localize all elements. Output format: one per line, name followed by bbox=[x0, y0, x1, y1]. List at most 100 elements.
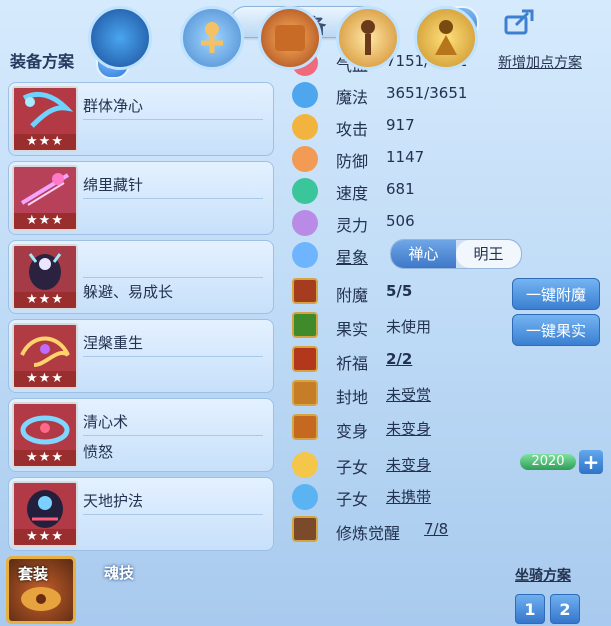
stat-value: 3651/3651 bbox=[386, 84, 468, 102]
monk-icon bbox=[201, 22, 223, 53]
shield-icon bbox=[292, 146, 318, 172]
stat-mp: 魔法 3651/3651 bbox=[290, 80, 608, 108]
skill-icon: ★★★ bbox=[12, 481, 78, 547]
skill-card[interactable]: ★★★ 群体净心 bbox=[8, 82, 274, 156]
row-label: 附魔 bbox=[336, 286, 369, 305]
one-click-enchant-button[interactable]: 一键附魔 bbox=[512, 278, 600, 310]
skill-card[interactable]: ★★★ 涅槃重生 bbox=[8, 319, 274, 393]
blessing-icon bbox=[292, 346, 318, 372]
child-level-badge: 2020 bbox=[520, 454, 576, 470]
needle-art-icon bbox=[20, 173, 70, 206]
add-child-button[interactable]: + bbox=[579, 450, 603, 474]
divider bbox=[83, 356, 263, 357]
share-icon bbox=[504, 9, 534, 35]
mount-plan-title[interactable]: 坐骑方案 bbox=[515, 565, 571, 585]
skill-card[interactable]: ★★★ 清心术 愤怒 bbox=[8, 398, 274, 472]
astro-option-chanxin[interactable]: 禅心 bbox=[391, 240, 456, 268]
child-sun-icon bbox=[292, 452, 318, 478]
skill-slot-1[interactable] bbox=[180, 6, 244, 70]
scroll-icon bbox=[275, 25, 305, 51]
one-click-fruit-button[interactable]: 一键果实 bbox=[512, 314, 600, 346]
skill-card[interactable]: ★★★ 天地护法 bbox=[8, 477, 274, 551]
sword-icon bbox=[292, 114, 318, 140]
skill-name: 天地护法 bbox=[83, 492, 144, 510]
stat-value: 917 bbox=[386, 116, 415, 134]
share-button[interactable] bbox=[502, 6, 538, 36]
skill-subtitle: 躲避、易成长 bbox=[83, 283, 174, 301]
soul-skill-button[interactable] bbox=[88, 6, 152, 70]
stat-attack: 攻击 917 bbox=[290, 112, 608, 140]
skill-icon: ★★★ bbox=[12, 244, 78, 310]
row-value[interactable]: 未受赏 bbox=[386, 384, 431, 405]
star-rating: ★★★ bbox=[14, 134, 76, 150]
transform-icon bbox=[292, 414, 318, 440]
row-label: 修炼觉醒 bbox=[336, 524, 401, 543]
skill-icon: ★★★ bbox=[12, 86, 78, 152]
dark-armor-art-icon bbox=[28, 253, 62, 290]
plus-icon: + bbox=[582, 450, 600, 474]
divider bbox=[83, 277, 263, 278]
row-value[interactable]: 未携带 bbox=[386, 486, 431, 507]
skill-icon: ★★★ bbox=[12, 323, 78, 389]
row-transform: 变身 未变身 bbox=[290, 414, 608, 442]
fruit-icon bbox=[292, 312, 318, 338]
equip-plan-header: 装备方案 bbox=[10, 52, 75, 71]
skill-name: 绵里藏针 bbox=[83, 176, 144, 194]
row-value[interactable]: 7/8 bbox=[424, 520, 448, 538]
paw-icon bbox=[292, 484, 318, 510]
star-rating: ★★★ bbox=[14, 213, 76, 229]
fief-icon bbox=[292, 380, 318, 406]
astro-toggle[interactable]: 禅心 明王 bbox=[390, 239, 522, 269]
skill-slot-3[interactable] bbox=[336, 6, 400, 70]
skill-icon: ★★★ bbox=[12, 165, 78, 231]
mount-plan-1-button[interactable]: 1 bbox=[515, 594, 545, 624]
row-label: 变身 bbox=[336, 422, 369, 441]
ring-art-icon bbox=[20, 415, 70, 445]
row-value[interactable]: 未变身 bbox=[386, 454, 431, 475]
row-value[interactable]: 未变身 bbox=[386, 418, 431, 439]
row-label: 子女 bbox=[336, 458, 369, 477]
stat-label: 攻击 bbox=[336, 120, 369, 139]
row-value[interactable]: 2/2 bbox=[386, 350, 412, 368]
skill-slot-2[interactable] bbox=[258, 6, 322, 70]
skill-name: 群体净心 bbox=[83, 97, 144, 115]
row-value: 5/5 bbox=[386, 282, 413, 300]
astro-label[interactable]: 星象 bbox=[336, 244, 368, 268]
stat-speed: 速度 681 bbox=[290, 176, 608, 204]
lightning-icon bbox=[292, 178, 318, 204]
stat-label: 魔法 bbox=[336, 88, 369, 107]
cultivation-icon bbox=[292, 516, 318, 542]
divider bbox=[83, 198, 263, 199]
skill-card[interactable]: ★★★ 躲避、易成长 bbox=[8, 240, 274, 314]
astro-option-mingwang[interactable]: 明王 bbox=[456, 240, 521, 268]
row-fief: 封地 未受赏 bbox=[290, 380, 608, 408]
warrior-icon bbox=[361, 20, 375, 55]
guardian-art-icon bbox=[27, 490, 63, 528]
star-rating: ★★★ bbox=[14, 371, 76, 387]
skill-list: ★★★ 群体净心 ★★★ 绵里藏针 ★★★ 躲避、易成长 ★★★ 涅槃重生 ★★… bbox=[8, 82, 274, 556]
suit-label: 套装 bbox=[18, 565, 49, 583]
stat-defense: 防御 1147 bbox=[290, 144, 608, 172]
stat-value: 1147 bbox=[386, 148, 425, 166]
divider bbox=[83, 514, 263, 515]
golden-warrior-icon bbox=[435, 20, 457, 55]
row-value: 未使用 bbox=[386, 318, 432, 336]
skill-subtitle: 愤怒 bbox=[83, 443, 114, 461]
mana-icon bbox=[292, 82, 318, 108]
row-label: 果实 bbox=[336, 320, 369, 339]
soul-skill-label: 魂技 bbox=[104, 564, 135, 582]
star-rating: ★★★ bbox=[14, 450, 76, 466]
skill-card[interactable]: ★★★ 绵里藏针 bbox=[8, 161, 274, 235]
skill-name: 涅槃重生 bbox=[83, 334, 144, 352]
stat-value: 681 bbox=[386, 180, 415, 198]
stat-label: 速度 bbox=[336, 184, 369, 203]
star-rating: ★★★ bbox=[14, 529, 76, 545]
mount-plan-2-button[interactable]: 2 bbox=[550, 594, 580, 624]
stat-label: 防御 bbox=[336, 152, 369, 171]
row-blessing: 祈福 2/2 bbox=[290, 346, 608, 374]
dragon-art-icon bbox=[22, 91, 74, 128]
enchant-icon bbox=[292, 278, 318, 304]
phoenix-art-icon bbox=[20, 336, 70, 367]
skill-slot-4[interactable] bbox=[414, 6, 478, 70]
stat-value: 506 bbox=[386, 212, 415, 230]
